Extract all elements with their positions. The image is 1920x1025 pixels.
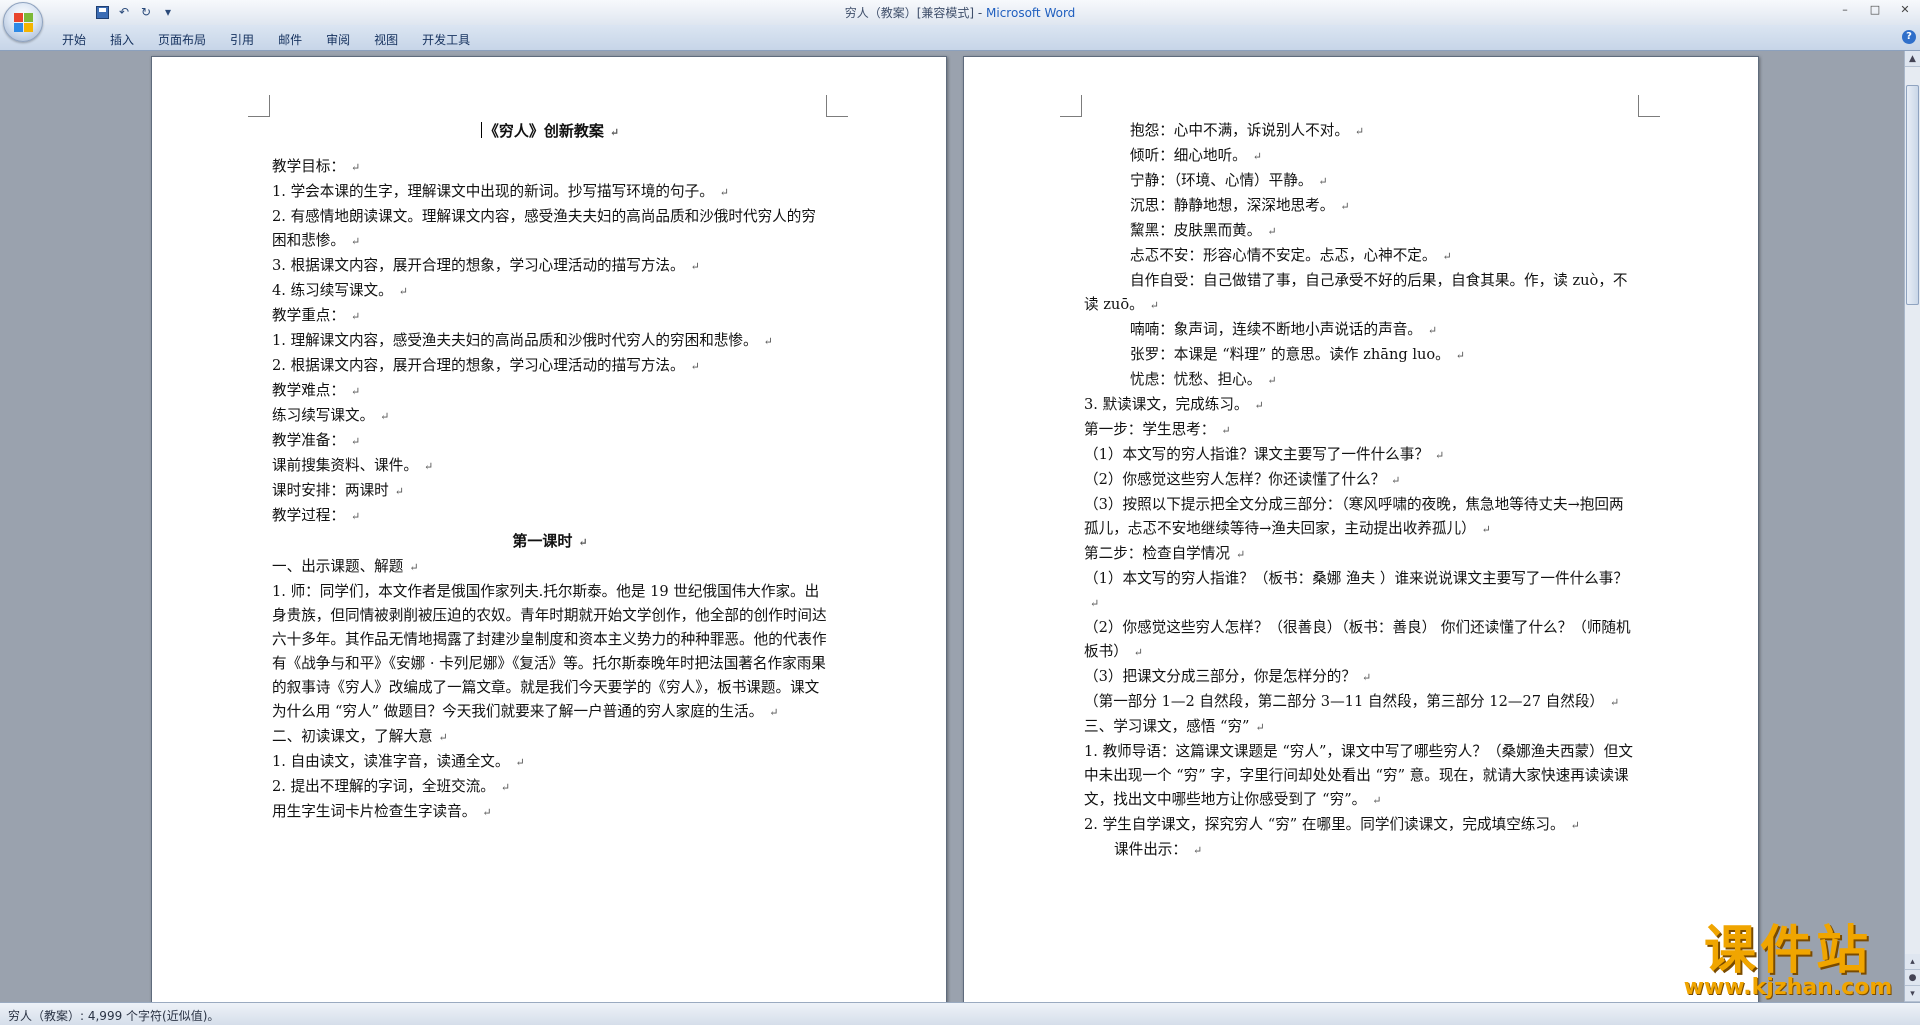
- watermark-url: www.kjzhan.com: [1683, 975, 1893, 1000]
- text-caret: [480, 122, 482, 138]
- maximize-button[interactable]: □: [1860, 0, 1890, 19]
- paragraph: （3）按照以下提示把全文分成三部分：（寒风呼啸的夜晚，焦急地等待丈夫→抱回两孤儿…: [1084, 496, 1624, 537]
- tab-mailings[interactable]: 邮件: [268, 29, 316, 50]
- paragraph: 课时安排：两课时 ↵: [272, 482, 404, 499]
- crop-mark: [826, 95, 848, 117]
- paragraph: 用生字生词卡片检查生字读音。 ↵: [272, 803, 492, 820]
- paragraph: 一、出示课题、解题 ↵: [272, 558, 419, 575]
- office-button[interactable]: [3, 2, 43, 42]
- tab-page-layout[interactable]: 页面布局: [148, 29, 220, 50]
- paragraph: 教学目标： ↵: [272, 158, 361, 175]
- paragraph: （1）本文写的穷人指谁？课文主要写了一件什么事？ ↵: [1084, 446, 1445, 463]
- window-controls: – □ ✕: [1830, 0, 1920, 19]
- crop-mark: [248, 95, 270, 117]
- app-name: Microsoft Word: [986, 6, 1076, 20]
- paragraph: （2）你感觉这些穷人怎样？（很善良）（板书：善良） 你们还读懂了什么？（师随机板…: [1084, 619, 1631, 660]
- paragraph: 教学重点： ↵: [272, 307, 361, 324]
- paragraph: 教学过程： ↵: [272, 507, 361, 524]
- watermark-logo: 课件站 www.kjzhan.com: [1668, 923, 1908, 1000]
- document-title: 穷人（教案）[兼容模式] -: [844, 6, 987, 20]
- vocab-item: 沉思：静静地想，深深地思考。 ↵: [1130, 197, 1350, 214]
- minimize-button[interactable]: –: [1830, 0, 1860, 19]
- vocab-item: 喃喃：象声词，连续不断地小声说话的声音。 ↵: [1130, 321, 1438, 338]
- tab-references[interactable]: 引用: [220, 29, 268, 50]
- paragraph: （3）把课文分成三部分，你是怎样分的？ ↵: [1084, 668, 1372, 685]
- paragraph: 1. 学会本课的生字，理解课文中出现的新词。抄写描写环境的句子。 ↵: [272, 183, 730, 200]
- paragraph: 教学难点： ↵: [272, 382, 361, 399]
- paragraph: 1. 理解课文内容，感受渔夫夫妇的高尚品质和沙俄时代穷人的穷困和悲惨。 ↵: [272, 332, 773, 349]
- doc-title-text: 《穷人》创新教案: [483, 122, 604, 140]
- vocab-item: 自作自受：自己做错了事，自己承受不好的后果，自食其果。作，读 zuò，不读 zu…: [1084, 272, 1628, 313]
- paragraph: 3. 根据课文内容，展开合理的想象，学习心理活动的描写方法。 ↵: [272, 257, 700, 274]
- paragraph: 教学准备： ↵: [272, 432, 361, 449]
- tab-review[interactable]: 审阅: [316, 29, 364, 50]
- vocab-item: 忧虑：忧愁、担心。 ↵: [1130, 371, 1277, 388]
- ribbon-tabs: 开始 插入 页面布局 引用 邮件 审阅 视图 开发工具: [52, 29, 484, 50]
- paragraph: 2. 学生自学课文，探究穷人 “穷” 在哪里。同学们读课文，完成填空练习。 ↵: [1084, 816, 1580, 833]
- watermark-text: 课件站: [1703, 921, 1872, 981]
- tab-developer[interactable]: 开发工具: [412, 29, 484, 50]
- paragraph: 3. 默读课文，完成练习。 ↵: [1084, 396, 1264, 413]
- paragraph: 第一步：学生思考： ↵: [1084, 421, 1231, 438]
- paragraph: （第一部分 1—2 自然段，第二部分 3—11 自然段，第三部分 12—27 自…: [1084, 693, 1620, 710]
- paragraph: （1）本文写的穷人指谁？（板书：桑娜 渔夫 ）谁来说说课文主要写了一件什么事？↵: [1084, 570, 1628, 610]
- tab-insert[interactable]: 插入: [100, 29, 148, 50]
- paragraph: 4. 练习续写课文。 ↵: [272, 282, 408, 299]
- page-1-body[interactable]: 《穷人》创新教案 ↵ 教学目标： ↵ 1. 学会本课的生字，理解课文中出现的新词。抄…: [272, 119, 828, 825]
- vertical-scrollbar[interactable]: ▲ ▴ ● ▾: [1904, 51, 1920, 1002]
- paragraph: 二、初读课文，了解大意 ↵: [272, 728, 448, 745]
- paragraph: 2. 有感情地朗读课文。理解课文内容，感受渔夫夫妇的高尚品质和沙俄时代穷人的穷困…: [272, 208, 816, 249]
- paragraph-mark-icon: ↵: [609, 126, 620, 139]
- vocab-item: 宁静：（环境、心情）平静。 ↵: [1130, 172, 1328, 189]
- vocab-item: 张罗：本课是 “料理” 的意思。读作 zhāng luo。 ↵: [1130, 346, 1465, 363]
- paragraph: 练习续写课文。 ↵: [272, 407, 390, 424]
- paragraph: 1. 师：同学们，本文作者是俄国作家列夫.托尔斯泰。他是 19 世纪俄国伟大作家…: [272, 583, 827, 720]
- crop-mark: [1638, 95, 1660, 117]
- crop-mark: [1060, 95, 1082, 117]
- paragraph: 课前搜集资料、课件。 ↵: [272, 457, 434, 474]
- status-word-count[interactable]: 穷人（教案）: 4,999 个字符(近似值)。: [8, 1007, 219, 1024]
- section-heading: 第一课时 ↵: [512, 532, 588, 550]
- vocab-item: 黧黑：皮肤黑而黄。 ↵: [1130, 222, 1277, 239]
- status-bar: 穷人（教案）: 4,999 个字符(近似值)。: [0, 1002, 1920, 1025]
- paragraph: 1. 自由读文，读准字音，读通全文。 ↵: [272, 753, 525, 770]
- paragraph: 三、学习课文，感悟 “穷” ↵: [1084, 718, 1265, 735]
- vocab-item: 忐忑不安：形容心情不安定。忐忑，心神不定。 ↵: [1130, 247, 1452, 264]
- title-bar: ↶ ↻ ▾ 穷人（教案）[兼容模式] - Microsoft Word – □ …: [0, 0, 1920, 25]
- page-2[interactable]: 抱怨：心中不满，诉说别人不对。 ↵ 倾听：细心地听。 ↵ 宁静：（环境、心情）平静。…: [963, 56, 1759, 1002]
- help-icon[interactable]: ?: [1902, 30, 1916, 44]
- vocab-item: 抱怨：心中不满，诉说别人不对。 ↵: [1130, 122, 1365, 139]
- vocab-item: 倾听：细心地听。 ↵: [1130, 147, 1262, 164]
- office-button-icon: [14, 13, 34, 33]
- page-1[interactable]: 《穷人》创新教案 ↵ 教学目标： ↵ 1. 学会本课的生字，理解课文中出现的新词。抄…: [151, 56, 947, 1002]
- tab-home[interactable]: 开始: [52, 29, 100, 50]
- tab-view[interactable]: 视图: [364, 29, 412, 50]
- window-title: 穷人（教案）[兼容模式] - Microsoft Word: [0, 4, 1920, 21]
- paragraph: 第二步：检查自学情况 ↵: [1084, 545, 1246, 562]
- page-2-body[interactable]: 抱怨：心中不满，诉说别人不对。 ↵ 倾听：细心地听。 ↵ 宁静：（环境、心情）平静。…: [1084, 119, 1636, 863]
- paragraph: 课件出示： ↵: [1114, 841, 1203, 858]
- scroll-up-button[interactable]: ▲: [1905, 51, 1920, 67]
- ribbon: 开始 插入 页面布局 引用 邮件 审阅 视图 开发工具 ?: [0, 25, 1920, 51]
- doc-title: 《穷人》创新教案 ↵: [272, 119, 828, 145]
- paragraph: 1. 教师导语：这篇课文课题是 “穷人”，课文中写了哪些穷人？（桑娜渔夫西蒙）但…: [1084, 743, 1633, 808]
- close-button[interactable]: ✕: [1890, 0, 1920, 19]
- paragraph: 2. 根据课文内容，展开合理的想象，学习心理活动的描写方法。 ↵: [272, 357, 700, 374]
- scrollbar-thumb[interactable]: [1906, 85, 1919, 305]
- document-area[interactable]: 《穷人》创新教案 ↵ 教学目标： ↵ 1. 学会本课的生字，理解课文中出现的新词。抄…: [0, 51, 1904, 1002]
- paragraph: 2. 提出不理解的字词，全班交流。 ↵: [272, 778, 511, 795]
- paragraph: （2）你感觉这些穷人怎样？你还读懂了什么？ ↵: [1084, 471, 1401, 488]
